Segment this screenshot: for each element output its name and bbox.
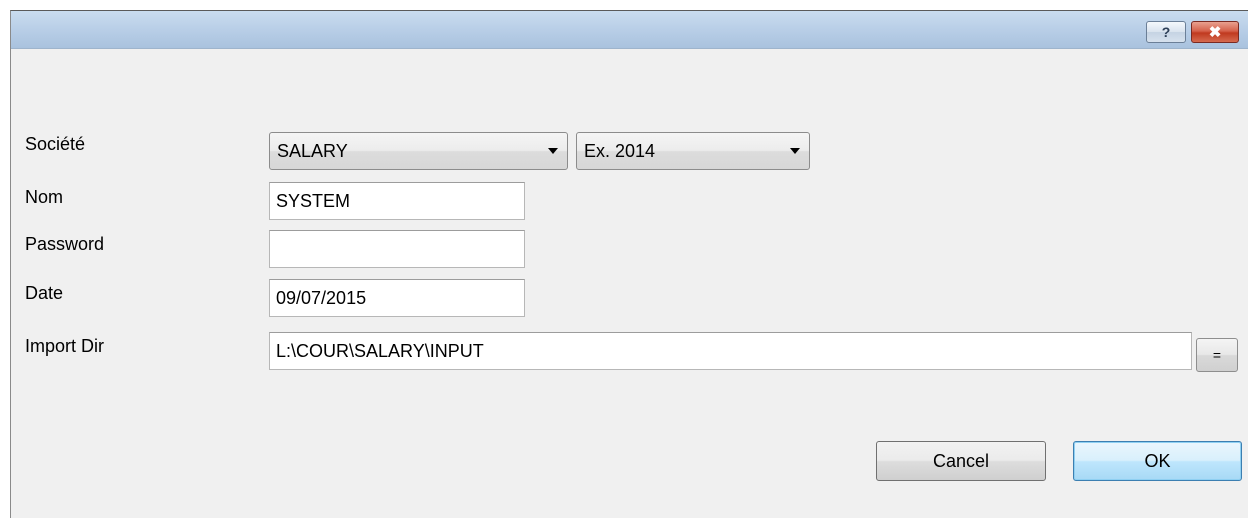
chevron-down-icon <box>548 148 558 154</box>
browse-button-label: = <box>1212 347 1222 363</box>
chevron-down-icon <box>790 148 800 154</box>
date-input[interactable]: 09/07/2015 <box>269 279 525 317</box>
import-dir-input[interactable]: L:\COUR\SALARY\INPUT <box>269 332 1192 370</box>
fiscal-year-select-value: Ex. 2014 <box>584 140 656 161</box>
cancel-button-label: Cancel <box>932 450 990 471</box>
ok-button-label: OK <box>1144 450 1171 471</box>
nom-label: Nom <box>25 187 64 207</box>
import-dir-label: Import Dir <box>25 336 105 356</box>
fiscal-year-select[interactable]: Ex. 2014 <box>576 132 810 170</box>
close-button[interactable]: ✖ <box>1191 21 1239 43</box>
close-x-icon: ✖ <box>1208 24 1222 41</box>
societe-label: Société <box>25 134 86 154</box>
browse-button[interactable]: = <box>1196 338 1238 372</box>
ok-button[interactable]: OK <box>1073 441 1242 481</box>
nom-input[interactable]: SYSTEM <box>269 182 525 220</box>
help-question-icon: ? <box>1161 24 1171 40</box>
password-label: Password <box>25 234 105 254</box>
help-button[interactable]: ? <box>1146 21 1186 43</box>
title-bar[interactable]: ? ✖ <box>11 11 1248 49</box>
date-label: Date <box>25 283 64 303</box>
login-dialog: ? ✖ Société SALARY Ex. 2014 Nom SYSTEM P… <box>10 10 1248 518</box>
password-input[interactable] <box>269 230 525 268</box>
cancel-button[interactable]: Cancel <box>876 441 1046 481</box>
company-select[interactable]: SALARY <box>269 132 568 170</box>
company-select-value: SALARY <box>277 140 348 161</box>
